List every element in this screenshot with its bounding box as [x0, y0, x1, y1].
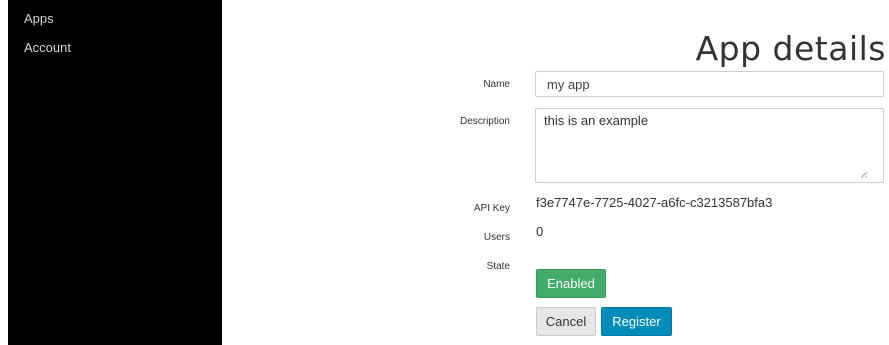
sidebar-item-account[interactable]: Account	[24, 40, 71, 55]
resize-handle-icon[interactable]	[861, 172, 867, 178]
state-toggle-button[interactable]: Enabled	[536, 269, 606, 298]
page-title: App details	[695, 29, 886, 68]
api-key-label: API Key	[473, 203, 510, 214]
sidebar-item-apps[interactable]: Apps	[24, 11, 54, 26]
users-label: Users	[483, 232, 510, 243]
name-label: Name	[483, 79, 510, 90]
state-label: State	[486, 261, 510, 272]
api-key-value: f3e7747e-7725-4027-a6fc-c3213587bfa3	[536, 195, 773, 210]
name-input[interactable]	[535, 71, 884, 97]
sidebar: Apps Account	[8, 0, 222, 345]
cancel-button[interactable]: Cancel	[536, 307, 596, 336]
description-label: Description	[459, 116, 510, 127]
description-textarea[interactable]: this is an example	[535, 108, 884, 183]
register-button[interactable]: Register	[601, 307, 672, 336]
users-value: 0	[536, 224, 544, 239]
app-details-page: Apps Account App details Name Descriptio…	[0, 0, 889, 345]
